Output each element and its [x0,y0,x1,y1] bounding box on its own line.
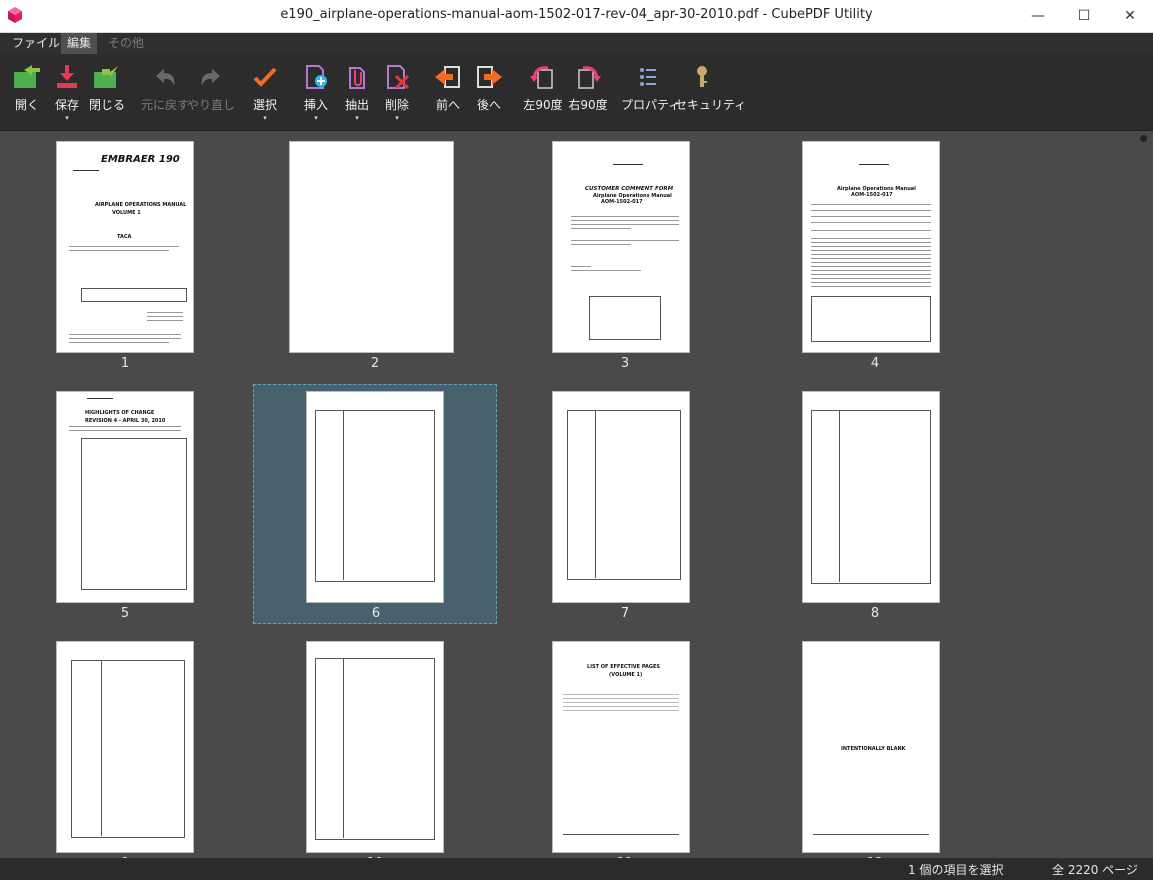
page-heading: EMBRAER 190 [101,154,180,165]
page-thumbnail-12[interactable]: INTENTIONALLY BLANK 12 [753,634,997,858]
page-thumbnail-6[interactable]: 6 [253,384,497,624]
page-preview: CUSTOMER COMMENT FORM Airplane Operation… [553,142,689,352]
move-prev-icon [435,66,460,88]
page-sub1: INTENTIONALLY BLANK [841,746,906,752]
page-thumbnail-1[interactable]: EMBRAER 190 AIRPLANE OPERATIONS MANUAL V… [3,134,247,374]
page-heading: HIGHLIGHTS OF CHANGE [85,410,155,416]
close-file-button[interactable]: 閉じる [80,60,134,126]
undo-icon [156,69,175,86]
redo-button[interactable]: やり直し [184,60,238,126]
page-sub1: AIRPLANE OPERATIONS MANUAL [95,202,187,208]
menu-edit[interactable]: 編集 [61,33,98,54]
page-preview [307,642,443,852]
close-file-label: 閉じる [88,98,125,112]
close-folder-icon [94,66,118,88]
open-folder-icon [14,65,40,88]
checkmark-icon [253,67,277,87]
key-icon [697,66,707,87]
menu-other[interactable]: その他 [102,33,150,54]
menu-file[interactable]: ファイル [6,33,66,54]
page-thumbnail-4[interactable]: Airplane Operations Manual AOM-1502-017 … [753,134,997,374]
select-button[interactable]: 選択 ▾ [238,60,292,126]
status-bar: 1 個の項目を選択 全 2220 ページ [0,858,1153,880]
total-pages: 全 2220 ページ [1052,863,1138,877]
page-preview: Airplane Operations Manual AOM-1502-017 [803,142,939,352]
delete-label: 削除 [384,98,409,112]
select-dropdown-caret[interactable]: ▾ [238,114,292,122]
ribbon-toolbar: 開く 保存 ▾ 閉じる 元に戻す やり直し 選択 ▾ 挿入 ▾ 抽出 ▾ 削除 … [0,54,1153,131]
move-next-label: 後へ [476,98,501,112]
close-window-button[interactable]: ✕ [1107,0,1153,32]
page-sub1: (VOLUME 1) [609,672,643,678]
window-title: e190_airplane-operations-manual-aom-1502… [280,7,873,22]
page-preview: EMBRAER 190 AIRPLANE OPERATIONS MANUAL V… [57,142,193,352]
delete-button[interactable]: 削除 ▾ [370,60,424,126]
select-label: 選択 [252,98,277,112]
page-number: 2 [370,356,380,371]
save-download-icon [57,65,77,88]
page-thumbnail-9[interactable]: 9 [3,634,247,858]
delete-page-icon [387,65,410,90]
page-thumbnail-3[interactable]: CUSTOMER COMMENT FORM Airplane Operation… [503,134,747,374]
page-number: 8 [870,606,880,621]
page-thumbnail-8[interactable]: 8 [753,384,997,624]
page-thumbnail-11[interactable]: LIST OF EFFECTIVE PAGES (VOLUME 1) 11 [503,634,747,858]
title-bar: e190_airplane-operations-manual-aom-1502… [0,0,1153,33]
insert-page-icon [306,65,327,89]
move-next-button[interactable]: 後へ [462,60,516,126]
properties-list-icon [640,68,656,86]
page-sub1: REVISION 4 - APRIL 30, 2010 [85,418,166,424]
selection-count: 1 個の項目を選択 [908,863,1004,877]
paperclip-icon [349,67,365,89]
properties-label: プロパティ [621,98,681,112]
page-sub2: VOLUME 1 [112,210,141,216]
rotate-right-icon [578,66,601,89]
security-button[interactable]: セキュリティ [675,60,747,126]
page-heading: CUSTOMER COMMENT FORM [585,186,674,192]
page-sub3: TACA [117,234,132,240]
redo-icon [201,69,220,86]
page-sub1: AOM-1502-017 [851,192,893,198]
page-thumbnail-5[interactable]: HIGHLIGHTS OF CHANGE REVISION 4 - APRIL … [3,384,247,624]
delete-dropdown-caret[interactable]: ▾ [370,114,424,122]
redo-label: やり直し [186,98,235,112]
page-preview [57,642,193,852]
security-label: セキュリティ [675,98,747,112]
rotate-right-label: 右90度 [568,98,608,112]
page-number: 7 [620,606,630,621]
page-number: 6 [371,606,381,621]
scroll-indicator[interactable] [1140,135,1147,142]
page-thumbnail-10[interactable]: 10 [253,634,497,858]
page-preview [290,142,453,352]
page-sub2: AOM-1502-017 [601,199,643,205]
menu-bar: ファイル 編集 その他 [0,33,1153,54]
page-preview [307,392,443,602]
page-number: 1 [120,356,130,371]
page-preview [803,392,939,602]
page-preview: INTENTIONALLY BLANK [803,642,939,852]
move-next-icon [477,66,502,88]
page-heading: LIST OF EFFECTIVE PAGES [587,664,661,670]
page-number: 4 [870,356,880,371]
minimize-button[interactable]: — [1015,0,1061,32]
page-preview: LIST OF EFFECTIVE PAGES (VOLUME 1) [553,642,689,852]
page-preview: HIGHLIGHTS OF CHANGE REVISION 4 - APRIL … [57,392,193,602]
rotate-right-button[interactable]: 右90度 [561,60,615,126]
page-preview [553,392,689,602]
maximize-button[interactable]: ☐ [1061,0,1107,32]
rotate-left-icon [530,66,553,89]
properties-button[interactable]: プロパティ [621,60,681,126]
page-thumbnail-2[interactable]: 2 [253,134,497,374]
page-number: 5 [120,606,130,621]
page-thumbnail-grid: EMBRAER 190 AIRPLANE OPERATIONS MANUAL V… [0,131,1153,858]
page-thumbnail-7[interactable]: 7 [503,384,747,624]
page-number: 3 [620,356,630,371]
